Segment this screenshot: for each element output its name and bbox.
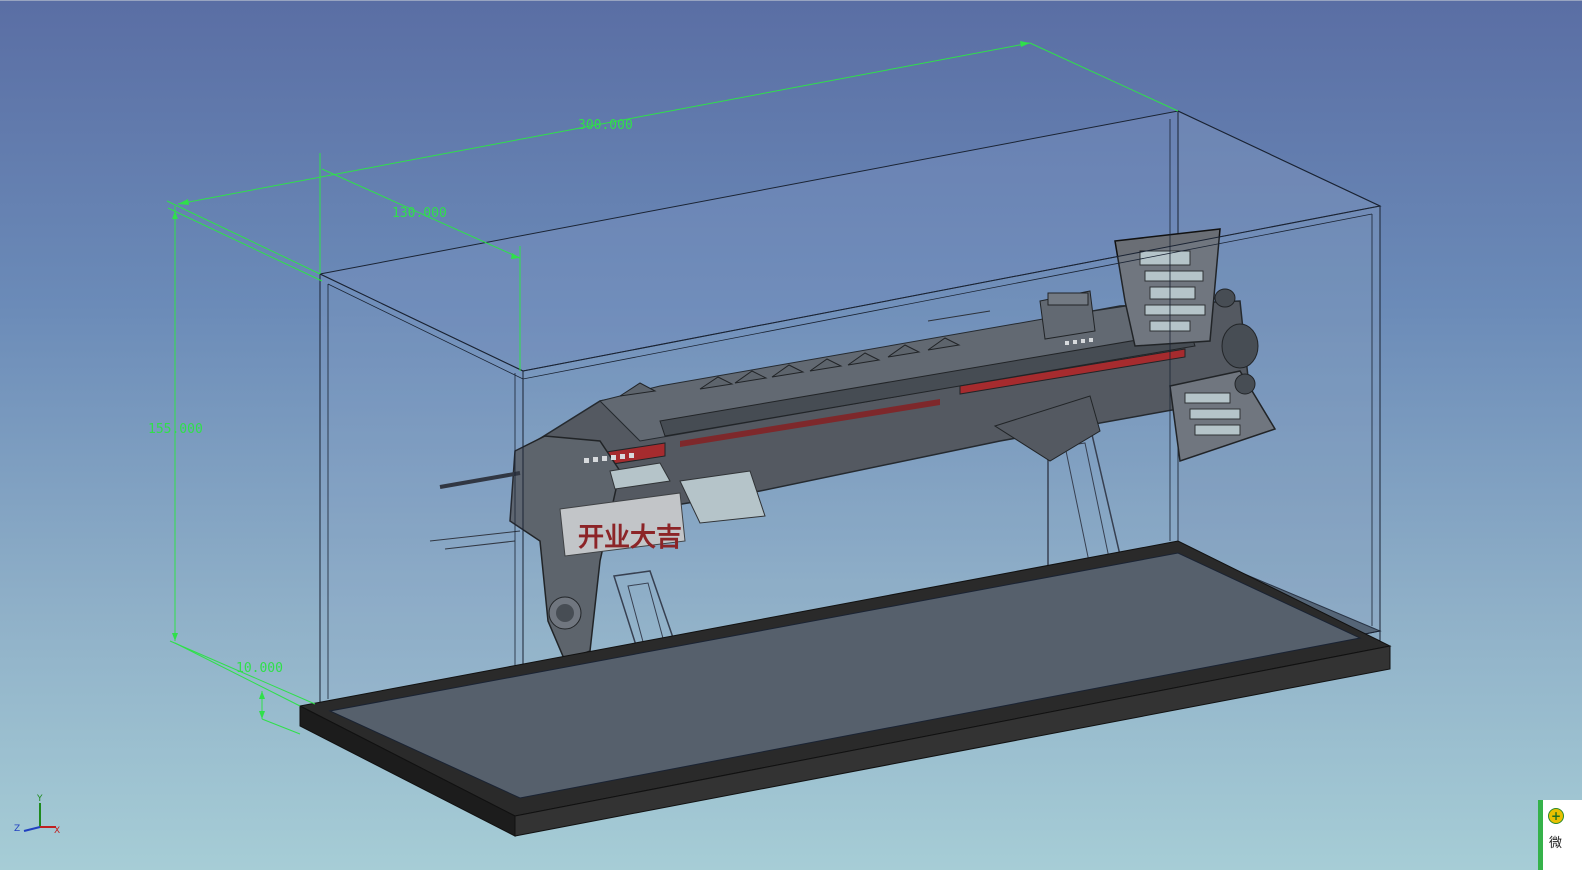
dimension-height-label[interactable]: 155.000 <box>148 422 203 437</box>
axis-triad: Y X Z <box>14 794 60 836</box>
axis-x-label: X <box>54 826 60 836</box>
dimension-depth-label[interactable]: 130.000 <box>392 206 447 221</box>
plus-icon[interactable]: + <box>1548 808 1564 824</box>
axis-y-label: Y <box>36 794 43 804</box>
notification-text: 微 <box>1549 836 1563 851</box>
dimension-length-label[interactable]: 300.000 <box>578 118 633 133</box>
3d-viewport[interactable]: 开业大吉 300.000 130.000 155.000 10.000 Y X … <box>0 0 1582 870</box>
notification-popup[interactable]: + 微 <box>1538 800 1582 870</box>
dimension-base-label[interactable]: 10.000 <box>236 661 283 676</box>
cad-scene[interactable]: 开业大吉 300.000 130.000 155.000 10.000 Y X … <box>0 1 1582 870</box>
axis-z-label: Z <box>14 824 20 834</box>
